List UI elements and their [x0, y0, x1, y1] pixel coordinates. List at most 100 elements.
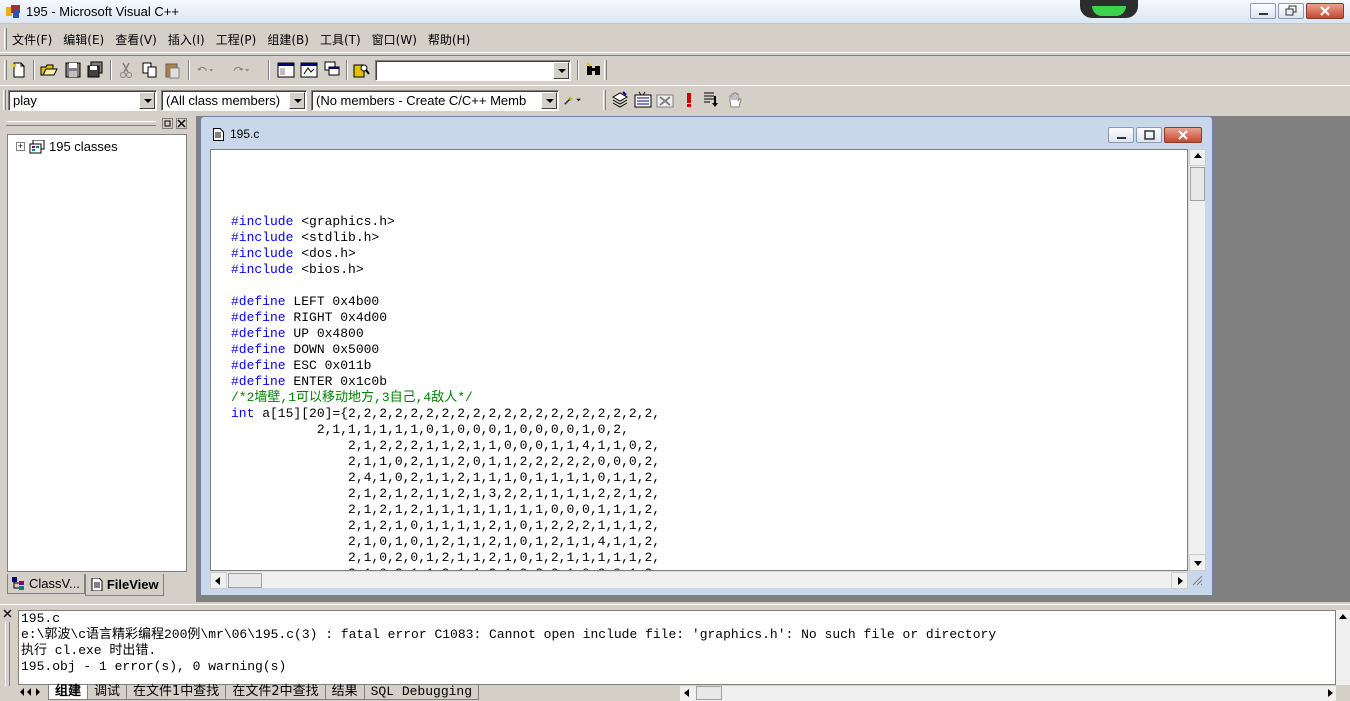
undo-icon[interactable] [196, 61, 214, 79]
workspace-close-button[interactable] [176, 118, 187, 129]
find-in-files-icon[interactable] [353, 61, 371, 79]
tab-build[interactable]: 组建 [48, 685, 89, 700]
tab-find-in-files-1[interactable]: 在文件1中查找 [126, 685, 227, 700]
close-icon [1320, 6, 1330, 16]
menu-help[interactable]: 帮助(H) [428, 31, 470, 48]
scroll-thumb[interactable] [1190, 167, 1205, 201]
code-line: 2,4,1,0,2,1,1,2,1,1,1,0,1,1,1,1,0,1,1,2, [231, 470, 660, 486]
members-combo-dropdown[interactable] [541, 92, 557, 109]
find-combo[interactable] [375, 60, 571, 81]
tab-results[interactable]: 结果 [324, 685, 365, 700]
editor-close-button[interactable] [1164, 127, 1202, 143]
menu-view[interactable]: 查看(V) [115, 31, 157, 48]
configuration-combo-dropdown[interactable] [139, 92, 155, 109]
wizard-wand-icon[interactable] [563, 91, 581, 109]
menu-build[interactable]: 组建(B) [267, 31, 309, 48]
members-combo[interactable]: (No members - Create C/C++ Memb [311, 90, 559, 111]
find-binoculars-icon[interactable] [585, 61, 603, 79]
output-line: 执行 cl.exe 时出错. [21, 643, 157, 658]
minimize-button[interactable] [1250, 3, 1276, 19]
save-all-icon[interactable] [86, 61, 104, 79]
workspace-grip[interactable] [6, 121, 156, 126]
code-text: 2,1,2,1,0,1,1,1,1,2,1,0,1,2,2,2,1,1,1,2, [231, 518, 661, 533]
code-text: LEFT 0x4b00 [285, 294, 380, 309]
class-view-tree[interactable]: + 195 classes [7, 134, 187, 572]
restore-button[interactable] [1278, 3, 1304, 19]
tab-sql-debugging[interactable]: SQL Debugging [363, 685, 480, 700]
toolbar-grip[interactable] [603, 90, 606, 110]
menu-file[interactable]: 文件(F) [12, 31, 52, 48]
code-text: 2,4,1,0,2,1,1,2,1,1,1,0,1,1,1,1,0,1,1,2, [231, 470, 661, 485]
save-icon[interactable] [64, 61, 82, 79]
build-output-text[interactable]: 195.c e:\郭波\c语言精彩编程200例\mr\06\195.c(3) :… [18, 610, 1336, 685]
source-code: #include <graphics.h> #include <stdlib.h>… [231, 182, 661, 570]
tab-class-view[interactable]: ClassV... [7, 574, 85, 594]
code-line: #define DOWN 0x5000 [231, 342, 660, 358]
arrow-right-icon[interactable] [1328, 689, 1333, 697]
output-grip[interactable] [3, 608, 15, 688]
output-window-icon[interactable] [300, 61, 318, 79]
new-file-icon[interactable] [10, 61, 28, 79]
redo-icon[interactable] [232, 61, 250, 79]
breakpoint-hand-icon[interactable] [726, 91, 744, 109]
paste-icon[interactable] [164, 61, 182, 79]
scroll-right-button[interactable] [1171, 572, 1188, 589]
menu-edit[interactable]: 编辑(E) [63, 31, 104, 48]
tree-root-node[interactable]: + 195 classes [16, 139, 118, 154]
cut-icon[interactable] [117, 61, 135, 79]
code-keyword: #define [231, 326, 286, 341]
compile-icon[interactable] [611, 91, 629, 109]
toolbar-separator [346, 60, 348, 80]
workspace-float-button[interactable] [162, 118, 173, 129]
editor-vertical-scrollbar[interactable] [1188, 149, 1206, 571]
window-list-icon[interactable] [323, 61, 341, 79]
toolbar-separator [110, 60, 112, 80]
toolbar-grip[interactable] [4, 60, 7, 80]
h-scroll-thumb[interactable] [228, 573, 262, 588]
configuration-combo[interactable]: play [8, 90, 157, 111]
scroll-left-button[interactable] [210, 572, 227, 589]
menu-insert[interactable]: 插入(I) [168, 31, 205, 48]
output-horizontal-scrollbar[interactable] [680, 686, 1336, 701]
menu-window[interactable]: 窗口(W) [372, 31, 417, 48]
code-text: a[15][20]={2,2,2,2,2,2,2,2,2,2,2,2,2,2,2… [254, 406, 661, 421]
build-icon[interactable] [634, 91, 652, 109]
scroll-up-button[interactable] [1189, 149, 1206, 166]
close-button[interactable] [1306, 3, 1344, 19]
class-combo-dropdown[interactable] [289, 92, 305, 109]
stop-build-icon[interactable] [656, 91, 674, 109]
tab-debug[interactable]: 调试 [87, 685, 128, 700]
close-small-icon[interactable] [3, 609, 13, 619]
visual-cpp-app-icon[interactable] [6, 5, 20, 18]
tab-file-view[interactable]: FileView [84, 574, 164, 596]
expand-toggle-icon[interactable]: + [16, 142, 25, 151]
class-combo[interactable]: (All class members) [161, 90, 307, 111]
arrow-left-icon[interactable] [684, 689, 689, 697]
editor-minimize-button[interactable] [1108, 127, 1134, 143]
workspace-toggle-icon[interactable] [277, 61, 295, 79]
file-view-icon [91, 578, 103, 591]
menu-tools[interactable]: 工具(T) [320, 31, 361, 48]
code-editor[interactable]: #include <graphics.h> #include <stdlib.h>… [210, 149, 1188, 571]
output-grip-lines [5, 622, 10, 686]
execute-icon[interactable] [680, 91, 698, 109]
find-combo-dropdown[interactable] [553, 62, 569, 79]
code-text: <graphics.h> [293, 214, 395, 229]
configuration-combo-value: play [13, 93, 37, 108]
editor-horizontal-scrollbar[interactable] [210, 571, 1188, 589]
resize-grip-icon[interactable] [1191, 574, 1203, 586]
output-h-scroll-thumb[interactable] [696, 686, 722, 700]
menu-project[interactable]: 工程(P) [216, 31, 257, 48]
editor-maximize-button[interactable] [1136, 127, 1162, 143]
tab-find-in-files-2[interactable]: 在文件2中查找 [225, 685, 326, 700]
go-debug-icon[interactable] [702, 91, 720, 109]
toolbar-grip[interactable] [3, 90, 6, 110]
copy-icon[interactable] [141, 61, 159, 79]
tab-scroll-arrows-icon[interactable] [18, 685, 48, 699]
open-folder-icon[interactable] [40, 61, 58, 79]
arrow-up-icon[interactable] [1339, 614, 1347, 619]
scroll-down-button[interactable] [1189, 554, 1206, 571]
menu-bar-grip[interactable] [4, 28, 7, 50]
toolbar-grip[interactable] [604, 60, 607, 80]
output-vertical-scrollbar[interactable] [1336, 610, 1350, 685]
